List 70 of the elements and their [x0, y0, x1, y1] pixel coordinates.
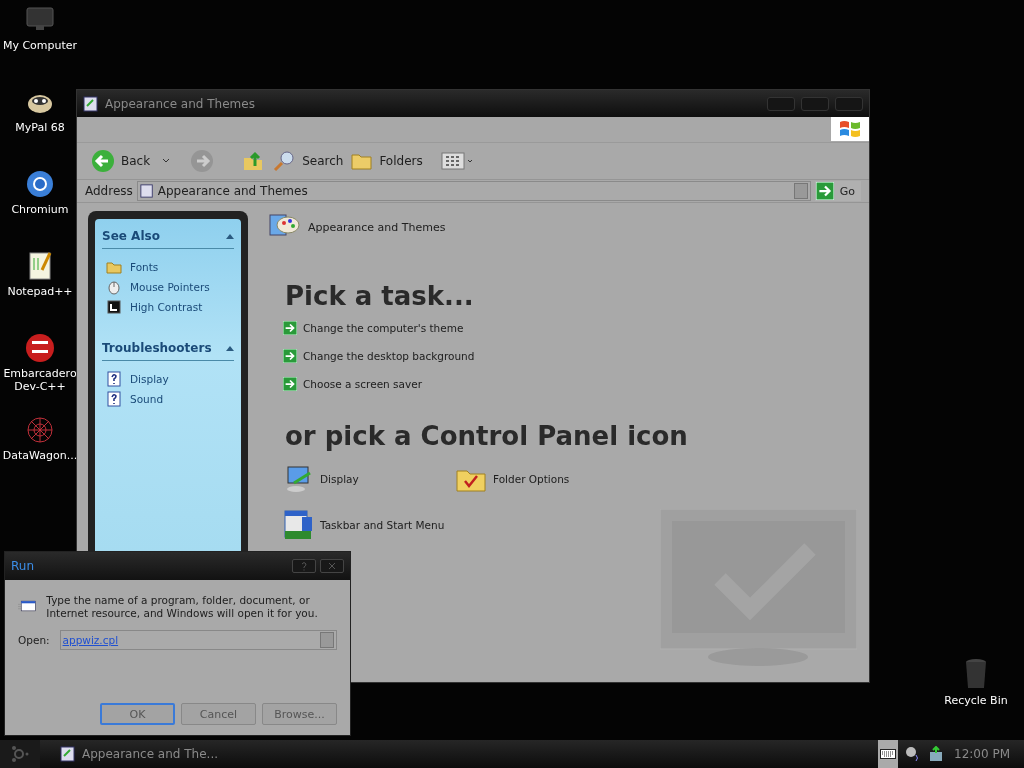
collapse-caret-icon[interactable]: [226, 345, 234, 351]
search-button[interactable]: Search: [272, 150, 344, 172]
forward-button[interactable]: [190, 149, 215, 173]
go-button[interactable]: Go: [814, 181, 861, 201]
icon-heading: or pick a Control Panel icon: [285, 421, 689, 451]
folders-button[interactable]: Folders: [351, 151, 423, 171]
help-icon: [106, 391, 122, 407]
folder-up-arrow-icon: [242, 150, 265, 172]
open-label: Open:: [18, 634, 50, 646]
back-button[interactable]: Back: [91, 149, 151, 173]
arrow-icon: [283, 377, 297, 391]
panel-title[interactable]: See Also: [102, 229, 160, 243]
collapse-caret-icon[interactable]: [226, 233, 234, 239]
desktop-icon-label: Chromium: [11, 203, 69, 216]
arrow-icon: [283, 349, 297, 363]
panel-link[interactable]: Mouse Pointers: [102, 277, 214, 297]
panel-link[interactable]: Sound: [102, 389, 168, 409]
dialog-message: Type the name of a program, folder, document, or Internet resource, and Windows will open it for you.: [46, 594, 319, 620]
network-icon[interactable]: [928, 746, 944, 762]
desktop-icon-label: Recycle Bin: [944, 694, 1008, 707]
arrow-icon: [283, 321, 297, 335]
address-field[interactable]: Appearance and Themes: [136, 181, 811, 201]
trash-can-icon[interactable]: [965, 658, 987, 690]
control-panel-link[interactable]: Display: [282, 463, 455, 495]
contrast-icon: [106, 299, 122, 315]
taskbar-icon: [282, 509, 314, 541]
start-logo-icon: [10, 745, 30, 763]
help-button[interactable]: [292, 559, 316, 573]
window-title: Appearance and Themes: [105, 96, 256, 111]
dropdown-button[interactable]: [793, 183, 808, 199]
desktop-icon-label: DataWagon...: [2, 449, 78, 462]
views-button[interactable]: [440, 152, 473, 170]
search-icon: [272, 150, 297, 172]
control-panel-icon: [139, 184, 154, 198]
control-panel-link[interactable]: Folder Options: [455, 463, 655, 495]
net-icon[interactable]: [24, 414, 56, 446]
globe-icon[interactable]: [24, 168, 56, 200]
control-panel-icon: [60, 746, 76, 762]
mouse-icon: [106, 279, 122, 295]
address-label: Address: [85, 184, 133, 198]
taskbar-button[interactable]: Appearance and The...: [60, 746, 219, 762]
close-icon: [327, 561, 337, 571]
dialog-title: Run: [11, 559, 35, 573]
windows-flag-logo: [831, 117, 869, 141]
up-folder-button[interactable]: [242, 150, 265, 172]
page-header: Appearance and Themes: [308, 220, 446, 234]
task-link[interactable]: Change the desktop background: [283, 349, 475, 363]
close-button[interactable]: [320, 559, 344, 573]
arrow-icon: [815, 182, 834, 200]
desktop-icon-label: Embarcadero Dev-C++: [2, 367, 78, 393]
folder-icon: [351, 151, 374, 171]
question-mark-icon: [299, 561, 309, 571]
panel-link[interactable]: High Contrast: [102, 297, 207, 317]
task-link[interactable]: Choose a screen saver: [283, 377, 422, 391]
panel-link[interactable]: Fonts: [102, 257, 163, 277]
help-icon: [106, 371, 122, 387]
clock: 12:00 PM: [954, 747, 1010, 761]
folder-icon: [106, 259, 122, 275]
control-panel-icon: [83, 95, 99, 112]
control-panel-link[interactable]: Taskbar and Start Menu: [282, 509, 455, 541]
panel-link[interactable]: Display: [102, 369, 173, 389]
start-button[interactable]: [0, 740, 40, 768]
desktop-icon-label: My Computer: [2, 39, 78, 52]
desktop-icon-label: MyPal 68: [15, 121, 65, 134]
views-grid-icon: [440, 152, 473, 170]
keyboard-icon[interactable]: [878, 740, 898, 768]
task-link[interactable]: Change the computer's theme: [283, 321, 464, 335]
panel-title[interactable]: Troubleshooters: [102, 341, 212, 355]
desktop-icon-label: Notepad++: [7, 285, 73, 298]
task-heading: Pick a task...: [285, 281, 475, 311]
